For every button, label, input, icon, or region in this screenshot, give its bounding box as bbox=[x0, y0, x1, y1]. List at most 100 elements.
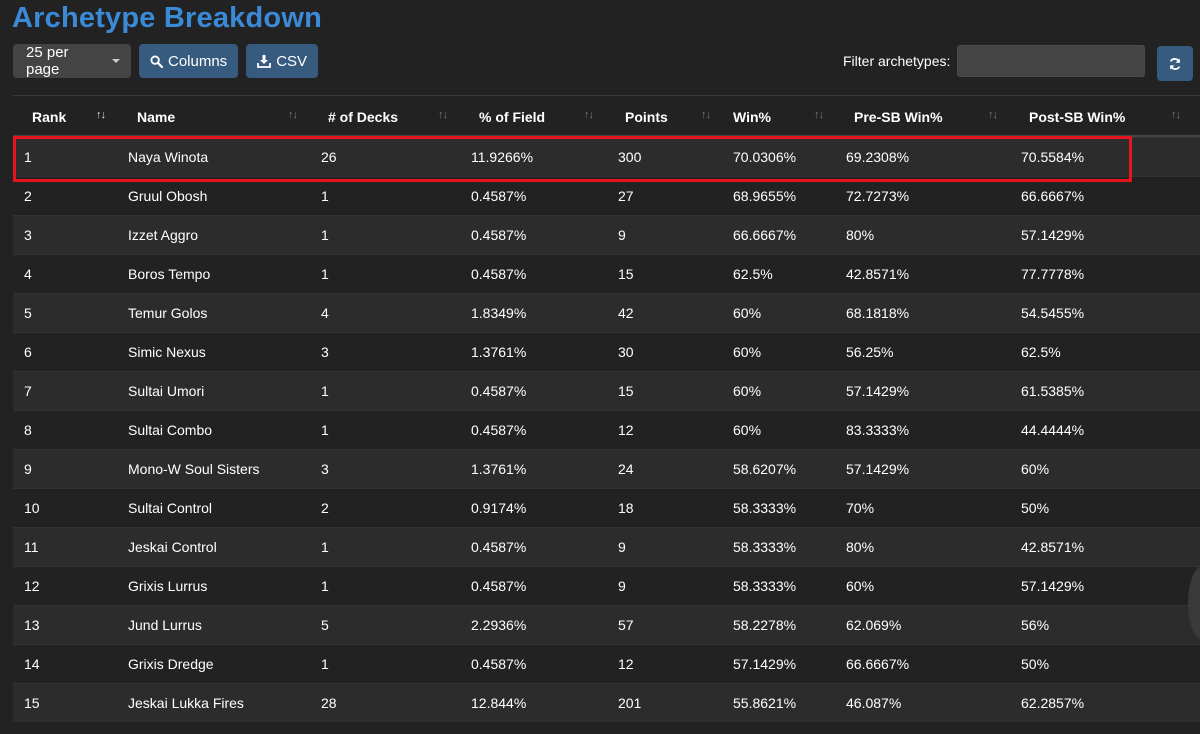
cell-win: 70.0306% bbox=[733, 149, 797, 165]
cell-post-sb-win: 62.2857% bbox=[1021, 695, 1085, 711]
cell-name: Jeskai Lukka Fires bbox=[128, 695, 244, 711]
table-row[interactable]: 7 Sultai Umori 1 0.4587% 15 60% 57.1429% 61.538… bbox=[13, 371, 1200, 410]
cell-name: Jeskai Control bbox=[128, 539, 217, 555]
column-header-points[interactable]: Points bbox=[625, 96, 668, 136]
sort-arrows-icon[interactable]: ↑↓ bbox=[96, 109, 106, 121]
cell-field: 1.3761% bbox=[471, 344, 527, 360]
cell-name: Simic Nexus bbox=[128, 344, 206, 360]
cell-rank: 5 bbox=[24, 305, 32, 321]
cell-field: 0.4587% bbox=[471, 578, 527, 594]
cell-pre-sb-win: 57.1429% bbox=[846, 383, 910, 399]
cell-win: 66.6667% bbox=[733, 227, 797, 243]
cell-win: 55.8621% bbox=[733, 695, 797, 711]
sort-arrows-icon[interactable]: ↑↓ bbox=[438, 109, 448, 121]
cell-decks: 3 bbox=[321, 461, 329, 477]
cell-field: 0.4587% bbox=[471, 422, 527, 438]
sort-arrows-icon[interactable]: ↑↓ bbox=[584, 109, 594, 121]
columns-label: Columns bbox=[168, 52, 228, 70]
table-row[interactable]: 11 Jeskai Control 1 0.4587% 9 58.3333% 80% 42.8… bbox=[13, 527, 1200, 566]
cell-decks: 1 bbox=[321, 578, 329, 594]
cell-post-sb-win: 50% bbox=[1021, 500, 1050, 516]
table-row[interactable]: 13 Jund Lurrus 5 2.2936% 57 58.2278% 62.069% 56… bbox=[13, 605, 1200, 644]
download-icon bbox=[257, 55, 272, 68]
per-page-dropdown[interactable]: 25 per page bbox=[13, 44, 131, 78]
column-header-post-sb-win[interactable]: Post-SB Win% bbox=[1029, 96, 1125, 136]
cell-rank: 2 bbox=[24, 188, 32, 204]
cell-field: 11.9266% bbox=[471, 149, 534, 165]
sort-arrows-icon[interactable]: ↑↓ bbox=[701, 109, 711, 121]
column-header-win[interactable]: Win% bbox=[733, 96, 771, 136]
csv-button[interactable]: CSV bbox=[246, 44, 319, 78]
cell-post-sb-win: 66.6667% bbox=[1021, 188, 1085, 204]
cell-decks: 28 bbox=[321, 695, 337, 711]
cell-decks: 4 bbox=[321, 305, 329, 321]
sort-arrows-icon[interactable]: ↑↓ bbox=[1171, 109, 1181, 121]
cell-decks: 1 bbox=[321, 188, 329, 204]
table-row[interactable]: 8 Sultai Combo 1 0.4587% 12 60% 83.3333% 44.444… bbox=[13, 410, 1200, 449]
filter-archetypes-input[interactable] bbox=[957, 45, 1145, 77]
cell-name: Izzet Aggro bbox=[128, 227, 199, 243]
table-row[interactable]: 9 Mono-W Soul Sisters 3 1.3761% 24 58.6207% 57… bbox=[13, 449, 1200, 488]
column-header-field[interactable]: % of Field bbox=[479, 96, 545, 136]
column-header-pre-sb-win[interactable]: Pre-SB Win% bbox=[854, 96, 943, 136]
table-row[interactable]: 4 Boros Tempo 1 0.4587% 15 62.5% 42.8571% 77.77… bbox=[13, 254, 1200, 293]
cell-field: 0.4587% bbox=[471, 656, 527, 672]
cell-win: 60% bbox=[733, 344, 762, 360]
cell-rank: 4 bbox=[24, 266, 32, 282]
cell-decks: 2 bbox=[321, 500, 329, 516]
sort-arrows-icon[interactable]: ↑↓ bbox=[814, 109, 824, 121]
table-row[interactable]: 10 Sultai Control 2 0.9174% 18 58.3333% 70% 50% bbox=[13, 488, 1200, 527]
cell-points: 9 bbox=[618, 227, 626, 243]
column-header-rank[interactable]: Rank bbox=[32, 96, 66, 136]
cell-points: 12 bbox=[618, 422, 634, 438]
cell-rank: 13 bbox=[24, 617, 40, 633]
cell-pre-sb-win: 80% bbox=[846, 539, 875, 555]
cell-post-sb-win: 57.1429% bbox=[1021, 578, 1085, 594]
cell-points: 18 bbox=[618, 500, 634, 516]
cell-points: 30 bbox=[618, 344, 634, 360]
table-body: 1 Naya Winota 26 11.9266% 300 70.0306% 69.2308… bbox=[13, 137, 1200, 722]
cell-rank: 15 bbox=[24, 695, 40, 711]
refresh-button[interactable] bbox=[1157, 46, 1193, 81]
cell-decks: 5 bbox=[321, 617, 329, 633]
cell-decks: 1 bbox=[321, 383, 329, 399]
cell-name: Grixis Lurrus bbox=[128, 578, 208, 594]
cell-post-sb-win: 61.5385% bbox=[1021, 383, 1085, 399]
table-row[interactable]: 3 Izzet Aggro 1 0.4587% 9 66.6667% 80% 57.1429% bbox=[13, 215, 1200, 254]
cell-pre-sb-win: 66.6667% bbox=[846, 656, 910, 672]
table-row[interactable]: 2 Gruul Obosh 1 0.4587% 27 68.9655% 72.7273% 66… bbox=[13, 176, 1200, 215]
cell-rank: 8 bbox=[24, 422, 32, 438]
table-row[interactable]: 6 Simic Nexus 3 1.3761% 30 60% 56.25% 62.5% bbox=[13, 332, 1200, 371]
cell-field: 12.844% bbox=[471, 695, 527, 711]
columns-button[interactable]: Columns bbox=[139, 44, 239, 78]
cell-decks: 1 bbox=[321, 539, 329, 555]
table-row[interactable]: 12 Grixis Lurrus 1 0.4587% 9 58.3333% 60% 57.14… bbox=[13, 566, 1200, 605]
cell-name: Temur Golos bbox=[128, 305, 208, 321]
sort-arrows-icon[interactable]: ↑↓ bbox=[988, 109, 998, 121]
cell-points: 42 bbox=[618, 305, 634, 321]
cell-post-sb-win: 62.5% bbox=[1021, 344, 1061, 360]
cell-field: 0.4587% bbox=[471, 539, 527, 555]
cell-post-sb-win: 42.8571% bbox=[1021, 539, 1085, 555]
cell-pre-sb-win: 69.2308% bbox=[846, 149, 910, 165]
column-header-name[interactable]: Name bbox=[137, 96, 175, 136]
cell-rank: 10 bbox=[24, 500, 40, 516]
table-row[interactable]: 15 Jeskai Lukka Fires 28 12.844% 201 55.8621%… bbox=[13, 683, 1200, 722]
cell-post-sb-win: 57.1429% bbox=[1021, 227, 1085, 243]
cell-points: 57 bbox=[618, 617, 634, 633]
cell-pre-sb-win: 80% bbox=[846, 227, 875, 243]
cell-win: 58.6207% bbox=[733, 461, 797, 477]
cell-name: Mono-W Soul Sisters bbox=[128, 461, 260, 477]
sort-arrows-icon[interactable]: ↑↓ bbox=[288, 109, 298, 121]
search-icon bbox=[150, 54, 163, 68]
column-header-decks[interactable]: # of Decks bbox=[328, 96, 398, 136]
cell-post-sb-win: 56% bbox=[1021, 617, 1050, 633]
table-row[interactable]: 1 Naya Winota 26 11.9266% 300 70.0306% 69.2308… bbox=[13, 137, 1200, 176]
cell-rank: 6 bbox=[24, 344, 32, 360]
cell-points: 12 bbox=[618, 656, 634, 672]
table-row[interactable]: 14 Grixis Dredge 1 0.4587% 12 57.1429% 66.6667… bbox=[13, 644, 1200, 683]
cell-decks: 1 bbox=[321, 422, 329, 438]
cell-win: 58.3333% bbox=[733, 578, 797, 594]
table-row[interactable]: 5 Temur Golos 4 1.8349% 42 60% 68.1818% 54.5455… bbox=[13, 293, 1200, 332]
cell-points: 9 bbox=[618, 539, 626, 555]
